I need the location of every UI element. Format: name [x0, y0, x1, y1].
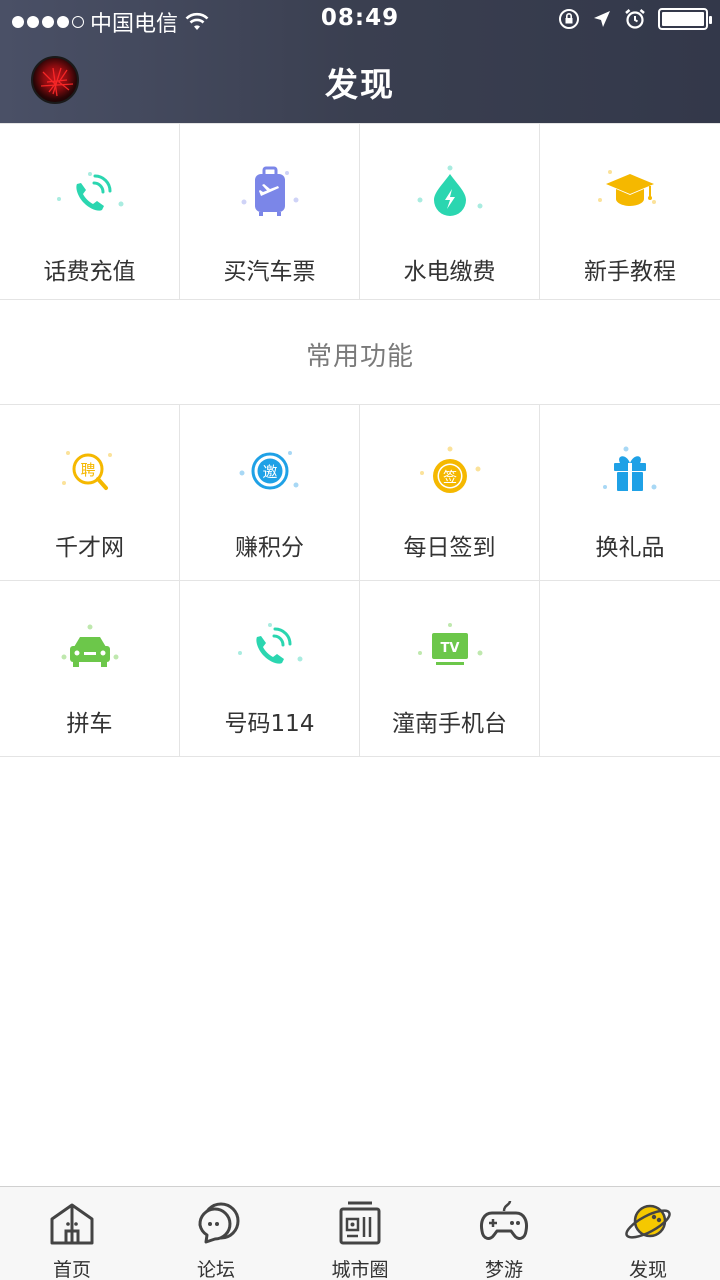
tab-dream-travel[interactable]: 梦游	[432, 1187, 576, 1280]
invite-icon: 邀	[239, 451, 298, 490]
gift-icon	[603, 446, 657, 491]
function-label: 赚积分	[235, 535, 304, 561]
tab-forum[interactable]: 论坛	[144, 1187, 288, 1280]
tab-label: 梦游	[484, 1259, 523, 1280]
alarm-icon	[625, 9, 645, 29]
function-exchange-gifts[interactable]: 换礼品	[540, 405, 720, 581]
svg-text:签: 签	[443, 469, 457, 486]
top-header: 中国电信 08:49 发现	[0, 0, 720, 123]
phone-icon	[56, 172, 123, 211]
battery-icon	[658, 8, 712, 30]
checkin-icon: 签	[419, 446, 480, 493]
gamepad-icon	[480, 1200, 528, 1240]
function-tongnan-tv[interactable]: TV 潼南手机台	[360, 581, 540, 757]
function-recruitment[interactable]: 聘 千才网	[0, 405, 180, 581]
tab-label: 城市圈	[331, 1259, 389, 1280]
function-phone-114[interactable]: 号码114	[180, 581, 360, 757]
graduation-cap-icon	[598, 170, 656, 206]
tab-label: 论坛	[196, 1259, 235, 1280]
phone-icon	[237, 623, 302, 664]
function-label: 千才网	[55, 535, 124, 561]
function-carpool[interactable]: 拼车	[0, 581, 180, 757]
radio-icon	[339, 1201, 381, 1245]
service-tutorial[interactable]: 新手教程	[540, 124, 720, 300]
svg-text:TV: TV	[440, 641, 459, 656]
function-label: 潼南手机台	[392, 711, 507, 737]
svg-text:聘: 聘	[80, 461, 95, 479]
chat-bubble-icon	[198, 1202, 240, 1244]
empty-cell	[540, 581, 720, 757]
status-bar: 中国电信 08:49	[0, 0, 720, 40]
tab-label: 发现	[628, 1259, 667, 1280]
section-title-common-functions: 常用功能	[305, 342, 414, 372]
luggage-icon	[241, 166, 298, 216]
top-services-grid: 话费充值 买汽车票 水电缴费 新手教程	[0, 123, 720, 300]
recruit-search-icon: 聘	[61, 451, 112, 490]
service-label: 水电缴费	[403, 259, 496, 285]
function-earn-points[interactable]: 邀 赚积分	[180, 405, 360, 581]
service-bus-ticket[interactable]: 买汽车票	[180, 124, 360, 300]
service-label: 新手教程	[584, 259, 676, 285]
status-icons	[558, 8, 712, 30]
function-label: 每日签到	[403, 535, 496, 561]
tab-city-circle[interactable]: 城市圈	[288, 1187, 432, 1280]
service-label: 买汽车票	[223, 259, 316, 285]
common-functions-grid: 聘 千才网 邀 赚积分 签 每日签到 换礼品 拼车 号码114 TV 潼南手机台	[0, 404, 720, 757]
tab-discover[interactable]: 发现	[576, 1187, 720, 1280]
water-drop-icon	[417, 165, 482, 216]
car-icon	[61, 624, 118, 667]
function-label: 拼车	[66, 711, 113, 737]
tab-label: 首页	[52, 1259, 91, 1280]
function-daily-checkin[interactable]: 签 每日签到	[360, 405, 540, 581]
function-label: 号码114	[224, 711, 315, 737]
page-title: 发现	[325, 65, 395, 104]
service-phone-recharge[interactable]: 话费充值	[0, 124, 180, 300]
tv-icon: TV	[417, 623, 482, 665]
service-utility-payment[interactable]: 水电缴费	[360, 124, 540, 300]
rotation-lock-icon	[559, 9, 579, 29]
service-label: 话费充值	[43, 259, 136, 285]
svg-text:邀: 邀	[262, 463, 277, 481]
tab-home[interactable]: 首页	[0, 1187, 144, 1280]
home-icon	[50, 1203, 94, 1245]
location-arrow-icon	[594, 11, 610, 27]
planet-icon	[625, 1204, 671, 1239]
bottom-tab-bar: 首页 论坛 城市圈 梦游 发现	[0, 1186, 720, 1280]
function-label: 换礼品	[595, 535, 665, 561]
